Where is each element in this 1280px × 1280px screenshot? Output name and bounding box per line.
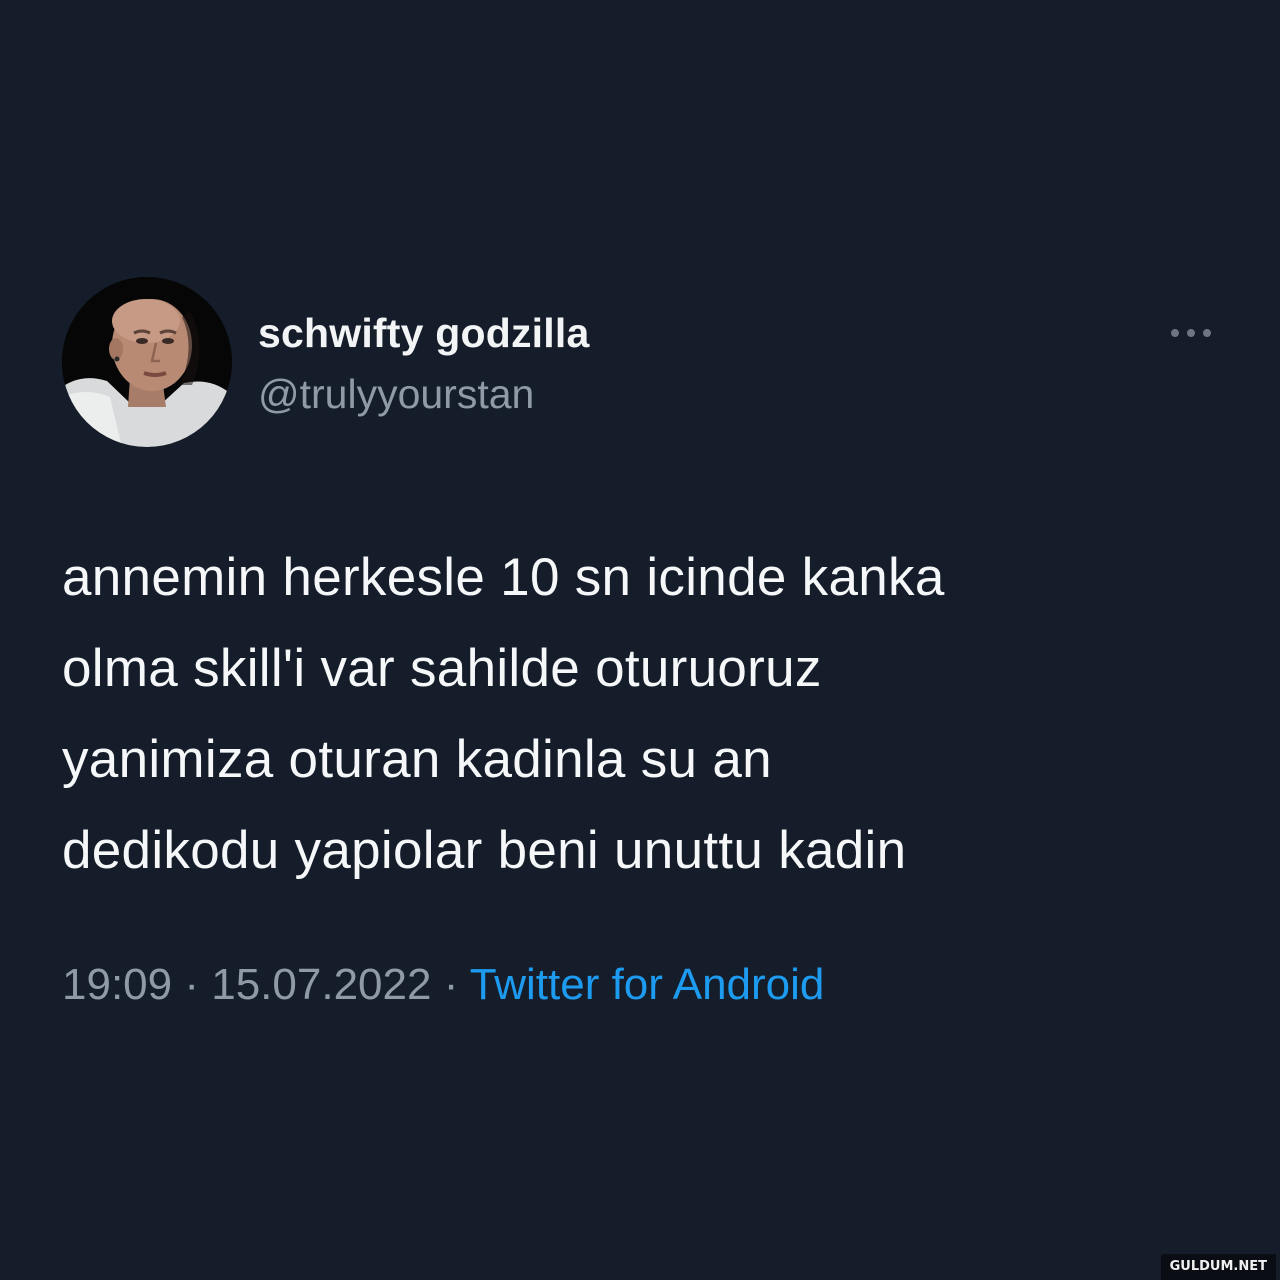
- more-options-button[interactable]: [1164, 316, 1218, 350]
- tweet-text-line: olma skill'i var sahilde oturuoruz: [62, 639, 822, 698]
- display-name[interactable]: schwifty godzilla: [258, 310, 589, 357]
- tweet-date[interactable]: 15.07.2022: [211, 960, 431, 1009]
- meta-separator: ·: [443, 960, 459, 1009]
- meta-separator: ·: [184, 960, 199, 1009]
- site-watermark: GULDUM.NET: [1160, 1254, 1276, 1280]
- tweet-source-link[interactable]: Twitter for Android: [470, 960, 825, 1009]
- avatar[interactable]: [62, 277, 232, 447]
- tweet-card: schwifty godzilla @trulyyourstan annemin…: [0, 0, 1280, 1280]
- user-handle[interactable]: @trulyyourstan: [258, 371, 534, 418]
- tweet-text-line: annemin herkesle 10 sn icinde kanka: [62, 548, 945, 607]
- tweet-time[interactable]: 19:09: [62, 960, 172, 1009]
- tweet-text: annemin herkesle 10 sn icinde kanka olma…: [62, 532, 1212, 896]
- tweet-text-line: dedikodu yapiolar beni unuttu kadin: [62, 821, 907, 880]
- tweet-metadata: 19:09 · 15.07.2022 · Twitter for Android: [62, 960, 824, 1010]
- more-options-icon: [1171, 329, 1211, 337]
- profile-photo-icon: [62, 277, 232, 447]
- tweet-text-line: yanimiza oturan kadinla su an: [62, 730, 772, 789]
